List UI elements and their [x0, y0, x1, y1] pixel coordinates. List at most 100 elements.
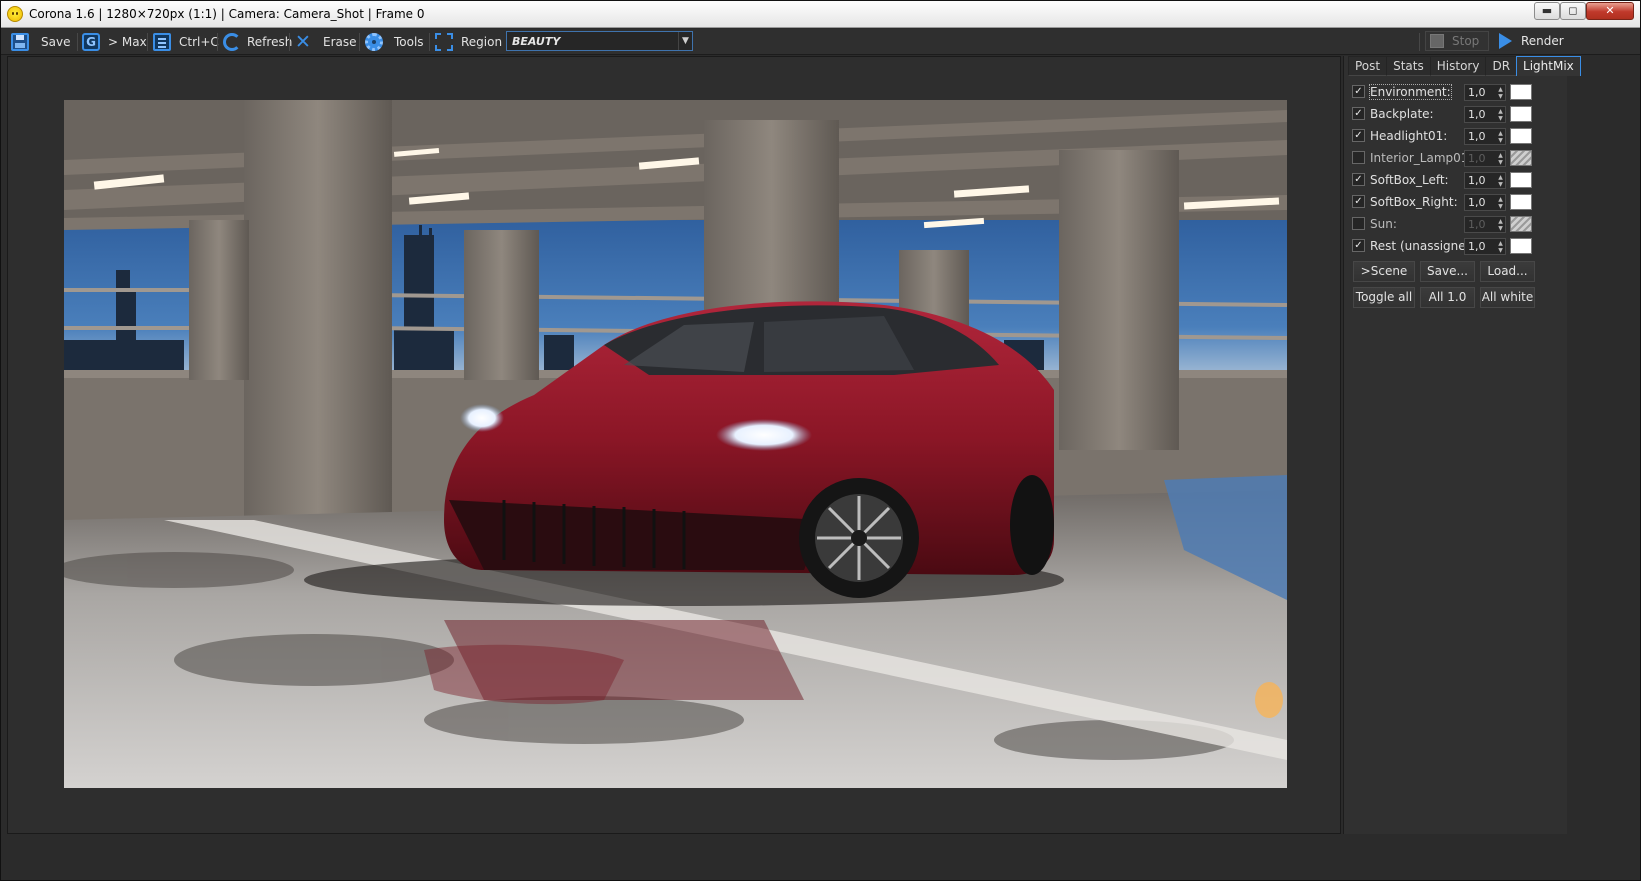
save-button[interactable]: Save	[11, 31, 70, 53]
toolbar-separator	[1419, 33, 1420, 51]
spinner-arrows-icon[interactable]: ▲ ▼	[1496, 107, 1505, 122]
spinner-arrows-icon[interactable]: ▲ ▼	[1496, 239, 1505, 254]
tools-button[interactable]: Tools	[365, 31, 424, 53]
color-swatch[interactable]	[1510, 194, 1532, 210]
render-pass-value: BEAUTY	[512, 34, 561, 48]
intensity-value[interactable]: 1,0	[1465, 217, 1496, 232]
light-name: Interior_Lamp01:	[1370, 151, 1473, 165]
intensity-value[interactable]: 1,0	[1465, 129, 1496, 144]
light-row-softbox-right: ✓ SoftBox_Right: 1,0 ▲ ▼	[1352, 192, 1562, 214]
maximize-button[interactable]: ◻	[1560, 2, 1586, 20]
stop-icon	[1430, 34, 1444, 48]
light-checkbox[interactable]: ✓	[1352, 239, 1365, 252]
send-to-max-button[interactable]: G > Max	[82, 31, 147, 53]
toggle-all-button[interactable]: Toggle all	[1353, 287, 1415, 308]
save-lightmix-button[interactable]: Save...	[1420, 261, 1475, 282]
light-checkbox[interactable]: ✓	[1352, 173, 1365, 186]
rendered-image[interactable]	[64, 100, 1287, 788]
intensity-value[interactable]: 1,0	[1465, 107, 1496, 122]
toolbar-separator	[147, 33, 148, 51]
load-lightmix-button[interactable]: Load...	[1480, 261, 1535, 282]
region-button[interactable]: Region	[435, 31, 502, 53]
render-pass-select[interactable]: BEAUTY ▼	[506, 31, 693, 51]
spinner-arrows-icon[interactable]: ▲ ▼	[1496, 173, 1505, 188]
region-icon	[435, 33, 453, 51]
stop-label: Stop	[1452, 34, 1480, 48]
light-name: SoftBox_Right:	[1370, 195, 1458, 209]
intensity-value[interactable]: 1,0	[1465, 151, 1496, 166]
color-swatch[interactable]	[1510, 172, 1532, 188]
copy-label: Ctrl+C	[179, 35, 219, 49]
color-swatch[interactable]	[1510, 216, 1532, 232]
spinner-arrows-icon[interactable]: ▲ ▼	[1496, 151, 1505, 166]
save-icon	[11, 33, 29, 51]
tab-history[interactable]: History	[1429, 56, 1487, 76]
minimize-button[interactable]: ▬	[1534, 2, 1560, 20]
intensity-spinner[interactable]: 1,0 ▲ ▼	[1464, 106, 1506, 123]
spinner-arrows-icon[interactable]: ▲ ▼	[1496, 129, 1505, 144]
intensity-spinner[interactable]: 1,0 ▲ ▼	[1464, 194, 1506, 211]
color-swatch[interactable]	[1510, 150, 1532, 166]
intensity-value[interactable]: 1,0	[1465, 195, 1496, 210]
light-name: Environment:	[1369, 84, 1452, 100]
color-swatch[interactable]	[1510, 84, 1532, 100]
light-checkbox[interactable]	[1352, 151, 1365, 164]
toolbar-separator	[77, 33, 78, 51]
spinner-arrows-icon[interactable]: ▲ ▼	[1496, 217, 1505, 232]
tab-lightmix[interactable]: LightMix	[1516, 56, 1581, 76]
light-row-interior-lamp01: Interior_Lamp01: 1,0 ▲ ▼	[1352, 148, 1562, 170]
light-row-backplate: ✓ Backplate: 1,0 ▲ ▼	[1352, 104, 1562, 126]
title-bar[interactable]: Corona 1.6 | 1280×720px (1:1) | Camera: …	[1, 1, 1640, 28]
refresh-button[interactable]: Refresh	[223, 31, 292, 53]
color-swatch[interactable]	[1510, 128, 1532, 144]
gear-icon	[365, 33, 383, 51]
to-scene-button[interactable]: >Scene	[1353, 261, 1415, 282]
tab-dr[interactable]: DR	[1485, 56, 1518, 76]
intensity-spinner[interactable]: 1,0 ▲ ▼	[1464, 216, 1506, 233]
light-checkbox[interactable]: ✓	[1352, 129, 1365, 142]
intensity-spinner[interactable]: 1,0 ▲ ▼	[1464, 84, 1506, 101]
light-row-environment: ✓ Environment: 1,0 ▲ ▼	[1352, 82, 1562, 104]
erase-button[interactable]: ✕ Erase	[294, 31, 357, 53]
intensity-spinner[interactable]: 1,0 ▲ ▼	[1464, 172, 1506, 189]
color-swatch[interactable]	[1510, 106, 1532, 122]
tab-post[interactable]: Post	[1348, 56, 1388, 76]
light-checkbox[interactable]: ✓	[1352, 85, 1365, 98]
intensity-spinner[interactable]: 1,0 ▲ ▼	[1464, 128, 1506, 145]
intensity-value[interactable]: 1,0	[1465, 85, 1496, 100]
close-button[interactable]: ✕	[1586, 2, 1634, 20]
play-icon	[1499, 33, 1512, 49]
toolbar-separator	[217, 33, 218, 51]
render-button[interactable]: Render	[1495, 31, 1564, 51]
light-checkbox[interactable]	[1352, 217, 1365, 230]
intensity-value[interactable]: 1,0	[1465, 239, 1496, 254]
copy-button[interactable]: Ctrl+C	[153, 31, 219, 53]
color-swatch[interactable]	[1510, 238, 1532, 254]
stop-button[interactable]: Stop	[1425, 31, 1489, 51]
intensity-value[interactable]: 1,0	[1465, 173, 1496, 188]
spinner-arrows-icon[interactable]: ▲ ▼	[1496, 85, 1505, 100]
all-white-button[interactable]: All white	[1480, 287, 1535, 308]
intensity-spinner[interactable]: 1,0 ▲ ▼	[1464, 238, 1506, 255]
chevron-down-icon[interactable]: ▼	[678, 32, 692, 50]
erase-label: Erase	[323, 35, 357, 49]
copy-icon	[153, 33, 171, 51]
light-checkbox[interactable]: ✓	[1352, 107, 1365, 120]
tab-stats[interactable]: Stats	[1386, 56, 1431, 76]
save-label: Save	[41, 35, 71, 49]
light-checkbox[interactable]: ✓	[1352, 195, 1365, 208]
refresh-label: Refresh	[247, 35, 293, 49]
max-icon: G	[82, 33, 100, 51]
light-row-headlight01: ✓ Headlight01: 1,0 ▲ ▼	[1352, 126, 1562, 148]
light-name: SoftBox_Left:	[1370, 173, 1449, 187]
light-name: Headlight01:	[1370, 129, 1448, 143]
max-label: > Max	[108, 35, 147, 49]
lightmix-sidebar: Post Stats History DR LightMix ✓ Environ…	[1343, 56, 1581, 834]
toolbar-separator	[359, 33, 360, 51]
light-name: Rest (unassigned)	[1370, 239, 1478, 253]
spinner-arrows-icon[interactable]: ▲ ▼	[1496, 195, 1505, 210]
all-one-button[interactable]: All 1.0	[1420, 287, 1475, 308]
intensity-spinner[interactable]: 1,0 ▲ ▼	[1464, 150, 1506, 167]
toolbar-separator	[429, 33, 430, 51]
frame-buffer-viewport[interactable]	[7, 56, 1341, 834]
